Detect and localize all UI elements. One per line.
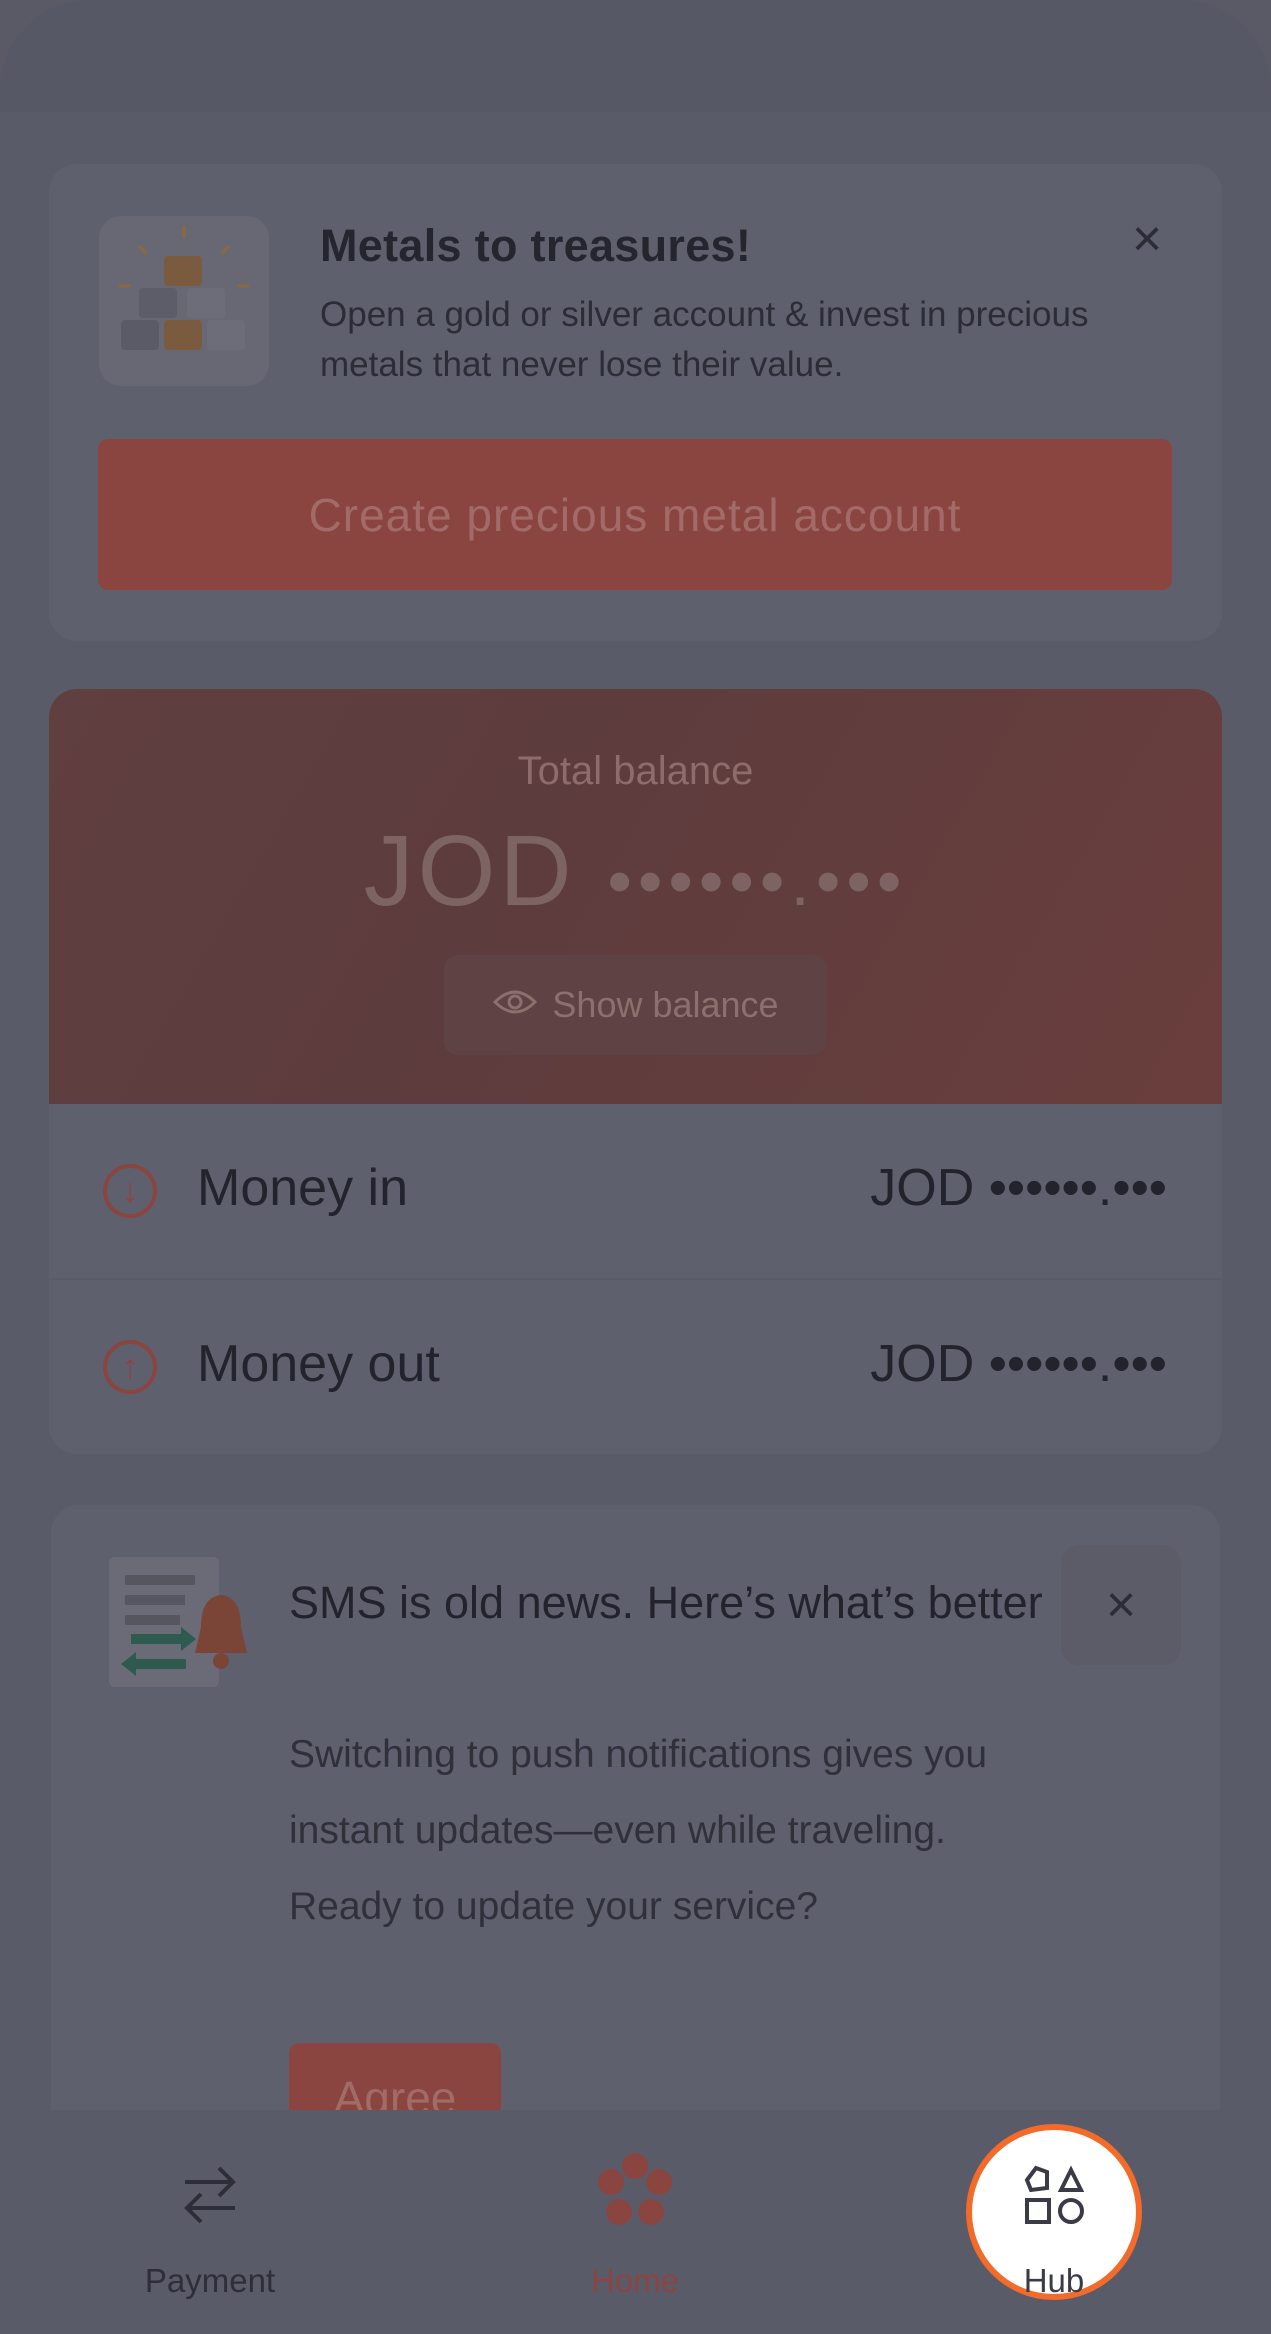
money-out-value: JOD ••••••.•••: [870, 1335, 1167, 1393]
show-balance-button[interactable]: Show balance: [444, 955, 827, 1055]
metal-promo-description: Open a gold or silver account & invest i…: [320, 295, 1089, 384]
total-balance-amount: JOD ••••••.•••: [49, 814, 1222, 929]
sms-close-button[interactable]: ×: [1061, 1545, 1181, 1665]
total-balance-label: Total balance: [517, 749, 754, 793]
money-in-row[interactable]: ↓ Money in JOD ••••••.•••: [49, 1104, 1222, 1278]
nav-item-home[interactable]: Home: [535, 2146, 735, 2306]
nav-label-hub: Hub: [1023, 2262, 1085, 2299]
nav-item-hub[interactable]: Hub: [954, 2146, 1154, 2306]
transfer-arrows-icon: [175, 2160, 245, 2235]
arrow-down-circle-icon: ↓: [103, 1164, 157, 1218]
arrow-up-circle-icon: ↑: [103, 1340, 157, 1394]
create-metal-account-button[interactable]: Create precious metal account: [98, 439, 1172, 590]
metal-promo-card: Metals to treasures! Open a gold or silv…: [49, 164, 1222, 641]
balance-currency: JOD: [363, 815, 576, 927]
show-balance-label: Show balance: [552, 984, 779, 1025]
phone-screen: Metals to treasures! Open a gold or silv…: [0, 0, 1271, 2334]
sms-promo-card: × SMS is old news. Here’s what’s better …: [51, 1505, 1220, 2165]
nav-item-payment[interactable]: Payment: [110, 2146, 310, 2306]
money-in-value: JOD ••••••.•••: [870, 1159, 1167, 1217]
money-out-label: Money out: [197, 1335, 440, 1393]
sms-bell-illustration-icon: [101, 1557, 261, 1697]
balance-masked-value: ••••••.•••: [607, 842, 908, 920]
nav-label-payment: Payment: [144, 2262, 276, 2299]
close-icon: ×: [1105, 1576, 1137, 1634]
shapes-grid-icon: [1019, 2162, 1089, 2237]
top-bar: [0, 0, 1271, 112]
flower-logo-icon: [595, 2152, 675, 2237]
sms-promo-description: Switching to push notifications gives yo…: [289, 1733, 988, 1928]
gold-bars-illustration-icon: [99, 216, 269, 386]
bottom-navigation: Payment Home Hub: [0, 2110, 1271, 2334]
eye-icon: [492, 984, 538, 1026]
sms-promo-title: SMS is old news. Here’s what’s better: [289, 1577, 1043, 1628]
nav-label-home: Home: [590, 2262, 680, 2299]
money-in-label: Money in: [197, 1159, 408, 1217]
metal-promo-title: Metals to treasures!: [320, 220, 752, 271]
close-icon[interactable]: ×: [1122, 213, 1172, 265]
total-balance-card: Total balance JOD ••••••.••• Show balanc…: [49, 689, 1222, 1104]
money-out-row[interactable]: ↑ Money out JOD ••••••.•••: [49, 1278, 1222, 1454]
money-flows-card: ↓ Money in JOD ••••••.••• ↑ Money out JO…: [49, 1104, 1222, 1454]
